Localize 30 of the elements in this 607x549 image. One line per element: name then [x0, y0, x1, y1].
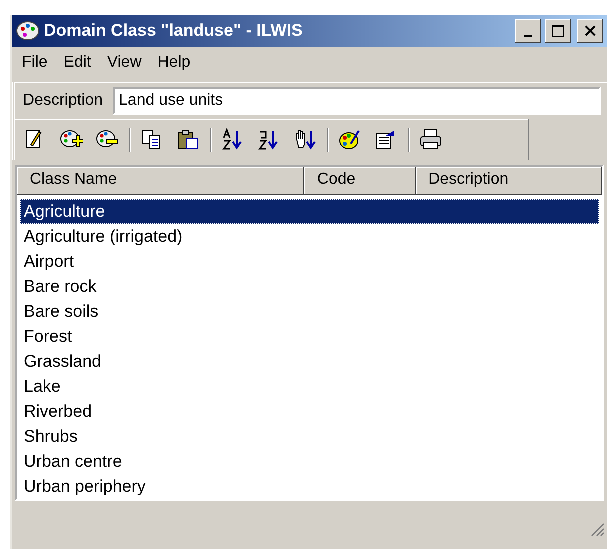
- column-header[interactable]: Code: [304, 167, 416, 195]
- column-header[interactable]: Class Name: [17, 167, 304, 195]
- window-title: Domain Class "landuse" - ILWIS: [44, 21, 304, 41]
- maximize-button[interactable]: [545, 19, 571, 43]
- class-row[interactable]: Grassland: [20, 349, 599, 374]
- app-icon: [16, 21, 40, 41]
- class-row[interactable]: Forest: [20, 324, 599, 349]
- close-button[interactable]: [577, 19, 603, 43]
- resize-grip-icon[interactable]: [589, 521, 605, 537]
- description-field[interactable]: Land use units: [113, 87, 601, 115]
- class-row[interactable]: Bare soils: [20, 299, 599, 324]
- description-label: Description: [22, 92, 104, 110]
- paste-icon[interactable]: [176, 128, 200, 152]
- class-row[interactable]: Agriculture: [20, 199, 599, 224]
- printer-icon[interactable]: [419, 128, 443, 152]
- class-row[interactable]: Agriculture (irrigated): [20, 224, 599, 249]
- column-header[interactable]: Description: [416, 167, 602, 195]
- menu-item[interactable]: File: [14, 54, 56, 72]
- class-row[interactable]: Urban centre: [20, 449, 599, 474]
- class-row[interactable]: Lake: [20, 374, 599, 399]
- class-row[interactable]: Airport: [20, 249, 599, 274]
- minimize-button[interactable]: [515, 19, 541, 43]
- palette-brush-icon[interactable]: [338, 128, 362, 152]
- class-row[interactable]: Bare rock: [20, 274, 599, 299]
- menu-item[interactable]: Edit: [56, 54, 100, 72]
- class-row[interactable]: Shrubs: [20, 424, 599, 449]
- menu-item[interactable]: View: [99, 54, 150, 72]
- menu-item[interactable]: Help: [150, 54, 199, 72]
- class-row[interactable]: Urban periphery: [20, 474, 599, 499]
- class-row[interactable]: Riverbed: [20, 399, 599, 424]
